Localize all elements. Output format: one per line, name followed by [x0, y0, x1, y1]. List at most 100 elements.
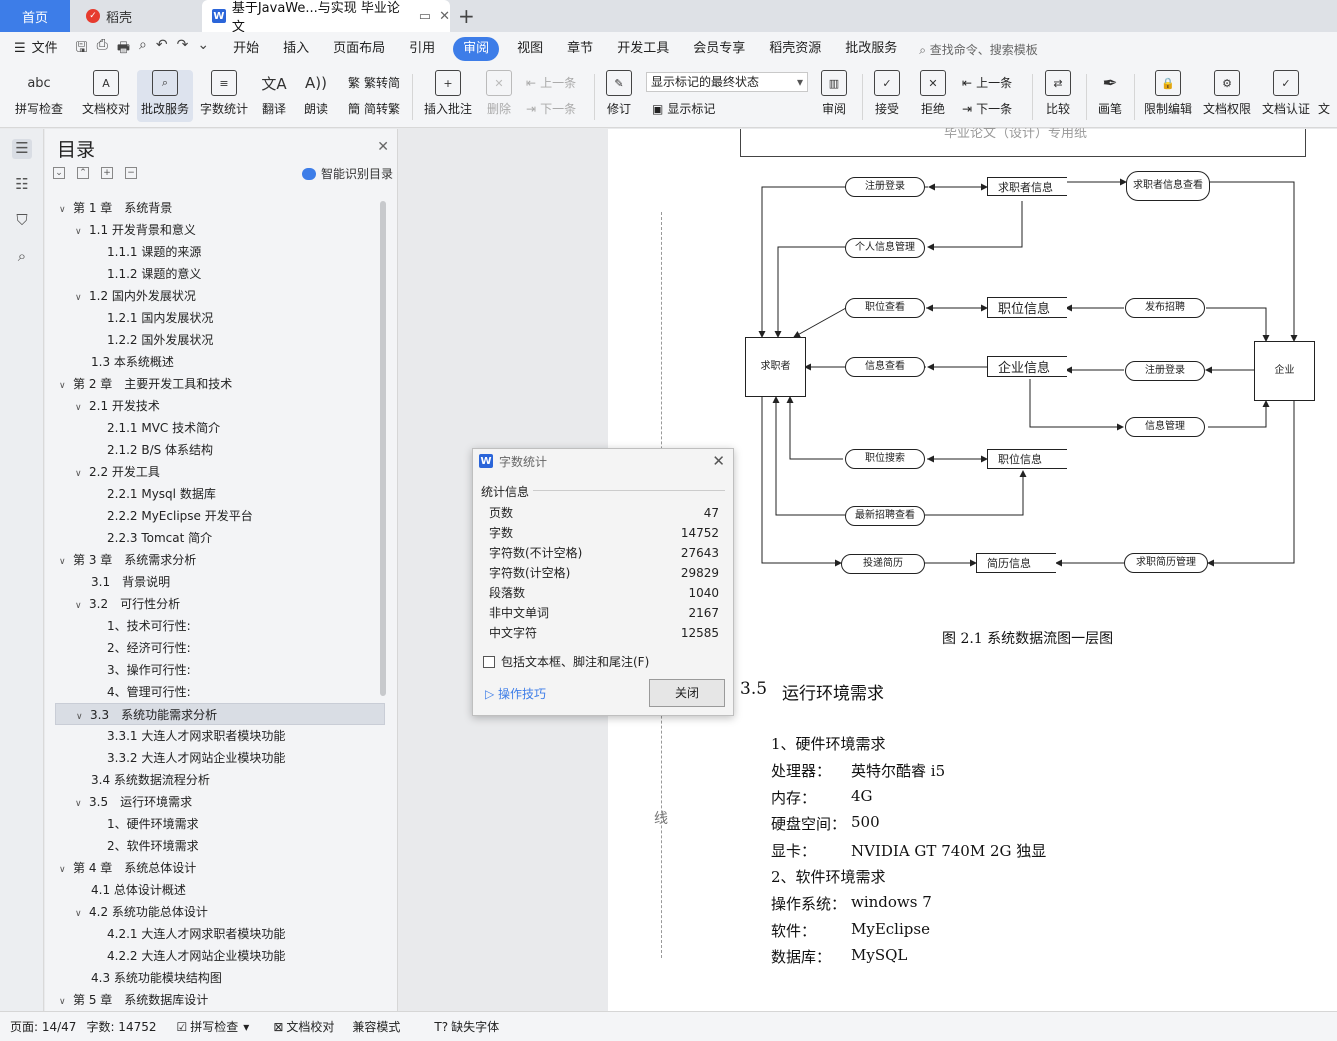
- expand-up-icon[interactable]: ⌃: [77, 167, 89, 179]
- toc-item[interactable]: ∨ 3.5 运行环境需求: [55, 791, 385, 813]
- track-changes-button[interactable]: ✎ 修订: [600, 70, 638, 122]
- spell-check-button[interactable]: abc 拼写检查: [10, 70, 68, 122]
- read-aloud-button[interactable]: A)) 朗读: [298, 70, 334, 122]
- menu-tab-0[interactable]: 开始: [221, 37, 271, 61]
- menu-tab-6[interactable]: 章节: [555, 37, 605, 61]
- pen-button[interactable]: ✒ 画笔: [1092, 70, 1128, 122]
- include-textbox-checkbox[interactable]: 包括文本框、脚注和尾注(F): [483, 653, 649, 670]
- insert-comment-button[interactable]: + 插入批注: [420, 70, 476, 122]
- chapter-nav-icon[interactable]: ☷: [12, 175, 32, 195]
- toc-item[interactable]: 1.3 本系统概述: [55, 351, 385, 373]
- toc-item[interactable]: 2、软件环境需求: [55, 835, 385, 857]
- doc-auth-button[interactable]: ✓ 文档认证: [1258, 70, 1314, 122]
- reject-button[interactable]: ✕ 拒绝: [914, 70, 952, 122]
- more-chevron-icon[interactable]: ⌄: [197, 37, 209, 61]
- print-icon[interactable]: 🖶: [117, 37, 130, 61]
- chevron-down-icon[interactable]: ∨: [75, 221, 89, 243]
- chevron-down-icon[interactable]: ∨: [59, 199, 73, 221]
- toc-item[interactable]: 1.1.2 课题的意义: [55, 263, 385, 285]
- tab-daoke[interactable]: ✓ 稻壳: [72, 0, 200, 32]
- review-pane-button[interactable]: ▥ 审阅: [814, 70, 854, 122]
- toc-item[interactable]: 3.3.2 大连人才网站企业模块功能: [55, 747, 385, 769]
- dialog-titlebar[interactable]: W 字数统计: [473, 449, 733, 473]
- toc-item[interactable]: 4.3 系统功能模块结构图: [55, 967, 385, 989]
- compare-button[interactable]: ⇄ 比较: [1038, 70, 1078, 122]
- doc-check-button[interactable]: A 文档校对: [78, 70, 134, 122]
- toc-item[interactable]: ∨ 第 4 章 系统总体设计: [55, 857, 385, 879]
- toc-item[interactable]: 4、管理可行性:: [55, 681, 385, 703]
- chevron-down-icon[interactable]: ∨: [59, 375, 73, 397]
- toc-item[interactable]: ∨ 1.1 开发背景和意义: [55, 219, 385, 241]
- toc-item[interactable]: 4.1 总体设计概述: [55, 879, 385, 901]
- show-markup-button[interactable]: ▣ 显示标记: [652, 100, 715, 117]
- missing-font-button[interactable]: T? 缺失字体: [424, 1018, 499, 1035]
- chevron-down-icon[interactable]: ∨: [59, 859, 73, 881]
- tab-restore-icon[interactable]: ▭: [419, 9, 431, 24]
- page-indicator[interactable]: 页面: 14/47: [10, 1018, 76, 1035]
- translate-button[interactable]: 文A 翻译: [255, 70, 293, 122]
- toc-item[interactable]: 2.1.2 B/S 体系结构: [55, 439, 385, 461]
- chevron-down-icon[interactable]: ∨: [75, 287, 89, 309]
- menu-tab-2[interactable]: 页面布局: [321, 37, 397, 61]
- markup-state-select[interactable]: 显示标记的最终状态 ▾: [646, 72, 808, 92]
- collapse-all-icon[interactable]: ⌄: [53, 167, 65, 179]
- command-search[interactable]: ⌕ 查找命令、搜索模板: [919, 41, 1038, 58]
- doc-permission-button[interactable]: ⚙ 文档权限: [1199, 70, 1255, 122]
- close-icon[interactable]: ✕: [377, 139, 389, 155]
- toc-item[interactable]: 4.2.2 大连人才网站企业模块功能: [55, 945, 385, 967]
- toc-item[interactable]: ∨ 第 2 章 主要开发工具和技术: [55, 373, 385, 395]
- toc-item[interactable]: 2.1.1 MVC 技术简介: [55, 417, 385, 439]
- redo-icon[interactable]: ↷: [177, 37, 189, 61]
- toc-item[interactable]: 3.4 系统数据流程分析: [55, 769, 385, 791]
- smart-toc-button[interactable]: 智能识别目录: [301, 165, 393, 182]
- toc-item[interactable]: ∨ 第 5 章 系统数据库设计: [55, 989, 385, 1005]
- close-button[interactable]: 关闭: [649, 679, 725, 707]
- menu-tab-9[interactable]: 稻壳资源: [757, 37, 833, 61]
- bookmark-icon[interactable]: ⛉: [12, 211, 32, 231]
- toc-item[interactable]: 2、经济可行性:: [55, 637, 385, 659]
- print-preview-icon[interactable]: ⌕: [139, 37, 147, 61]
- word-count-button[interactable]: ≡ 字数统计: [196, 70, 252, 122]
- tips-link[interactable]: ▷ 操作技巧: [485, 685, 546, 702]
- close-icon[interactable]: ✕: [712, 452, 725, 470]
- new-tab-icon[interactable]: +: [458, 4, 475, 28]
- chevron-down-icon[interactable]: ∨: [59, 551, 73, 573]
- spell-check-toggle[interactable]: ☑ 拼写检查 ▾: [167, 1018, 250, 1035]
- save-icon[interactable]: 🖫: [76, 37, 88, 61]
- restrict-edit-button[interactable]: 🔒 限制编辑: [1140, 70, 1196, 122]
- menu-tab-4[interactable]: 审阅: [453, 37, 500, 61]
- next-comment-button[interactable]: ⇥ 下一条: [526, 100, 576, 117]
- toc-panel-icon[interactable]: ☰: [12, 139, 32, 159]
- toc-item[interactable]: 3.1 背景说明: [55, 571, 385, 593]
- menu-tab-7[interactable]: 开发工具: [605, 37, 681, 61]
- more-ribbon-button[interactable]: 文: [1318, 70, 1337, 122]
- chevron-down-icon[interactable]: ∨: [59, 991, 73, 1005]
- chevron-down-icon[interactable]: ∨: [75, 793, 89, 815]
- export-pdf-icon[interactable]: ⎙: [97, 37, 108, 61]
- toc-item[interactable]: ∨ 2.1 开发技术: [55, 395, 385, 417]
- toc-item[interactable]: 2.2.1 Mysql 数据库: [55, 483, 385, 505]
- toc-item[interactable]: 1、技术可行性:: [55, 615, 385, 637]
- correct-service-button[interactable]: ⌕ 批改服务: [137, 70, 193, 122]
- accept-button[interactable]: ✓ 接受: [868, 70, 906, 122]
- toc-item[interactable]: ∨ 第 1 章 系统背景: [55, 197, 385, 219]
- tab-close-icon[interactable]: ✕: [439, 9, 450, 24]
- toc-item[interactable]: 1、硬件环境需求: [55, 813, 385, 835]
- toc-item[interactable]: 1.2.2 国外发展状况: [55, 329, 385, 351]
- chevron-down-icon[interactable]: ∨: [75, 903, 89, 925]
- trad-to-simp-button[interactable]: 繁繁转简: [348, 74, 400, 91]
- toc-item[interactable]: 2.2.2 MyEclipse 开发平台: [55, 505, 385, 527]
- delete-comment-button[interactable]: ✕ 删除: [480, 70, 518, 122]
- chevron-down-icon[interactable]: ∨: [75, 397, 89, 419]
- next-change-button[interactable]: ⇥ 下一条: [962, 100, 1012, 117]
- add-heading-icon[interactable]: +: [101, 167, 113, 179]
- toc-item[interactable]: 2.2.3 Tomcat 简介: [55, 527, 385, 549]
- toc-scrollbar[interactable]: [380, 201, 386, 696]
- prev-change-button[interactable]: ⇤ 上一条: [962, 74, 1012, 91]
- menu-tab-5[interactable]: 视图: [505, 37, 555, 61]
- toc-item[interactable]: 1.2.1 国内发展状况: [55, 307, 385, 329]
- toc-item[interactable]: 3、操作可行性:: [55, 659, 385, 681]
- chevron-down-icon[interactable]: ∨: [75, 595, 89, 617]
- tab-document[interactable]: W 基于JavaWe...与实现 毕业论文 ▭ ✕: [202, 0, 450, 35]
- toc-item[interactable]: ∨ 3.2 可行性分析: [55, 593, 385, 615]
